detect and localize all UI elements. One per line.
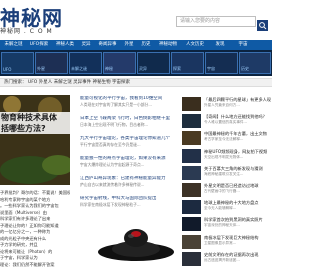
banner-tile-label: 探索 [173,66,181,71]
list-item[interactable]: 关于百慕大三角的新发现与猜测 海底神秘建筑引发关注... [182,165,272,182]
article-title[interactable]: 外星文明是否已经造访过地球 [204,183,272,189]
list-item[interactable]: 外星文明是否已经造访过地球 古代壁画中的飞行器... [182,182,272,199]
hot-search-text: 热门搜索： UFO 外星人 未解之谜 灵异事件 神秘生物 宇宙探索 [4,80,131,85]
feature-image[interactable] [0,95,70,185]
banner-tile[interactable]: 外星 [35,52,68,74]
article-summary: 海底神秘建筑引发关注... [204,171,244,176]
nav-item[interactable]: 发现 [209,40,231,50]
article-thumbnail[interactable] [182,217,201,232]
banner-tile-label: UFO [3,67,12,72]
list-item[interactable]: 史前文明存在的证据再次出现 远古遗迹揭开新谜团... [182,251,272,268]
right-article-list: 「最后四颗平行的星球」有更多人现 外星人究竟来自何方... 【奇闻】什么地方还能… [182,96,272,268]
banner-tile[interactable]: 灵异 [137,52,170,74]
nav-item[interactable]: 未解之谜 [2,40,25,50]
nav-item[interactable]: 神秘人类 [53,40,77,50]
nav-item[interactable]: UFO探索 [26,40,52,50]
hot-search-bar: 热门搜索： UFO 外星人 未解之谜 灵异事件 神秘生物 宇宙探索 [0,78,272,87]
article-title[interactable]: 中国最神秘的千年古墓，出土文物 [204,131,272,137]
nav-item[interactable]: 外星 [121,40,137,50]
article-title[interactable]: 「最后四颗平行的星球」有更多人现 [204,97,272,103]
nav-item[interactable]: 人文历史 [182,40,208,50]
list-item[interactable]: 江西庐山奇异现象：已建有神秘能量异能力 庐山自古以来就流传着许多神秘传说... [80,176,182,196]
banner-tile[interactable]: 历史 [239,52,271,74]
banner-tile[interactable]: 未解之谜 [69,52,102,74]
banner-tile-label: 神秘 [105,66,113,71]
article-title[interactable]: 地球上最神秘的十大地方盘点 [204,200,272,206]
banner-tile-label: 外星 [37,66,45,71]
article-thumbnail[interactable] [182,114,201,129]
list-item[interactable]: 日本上空飞碟两架飞行时，白色倒影相继千里 日本海上空出现不明飞行物，目击者称..… [80,116,182,136]
article-summary: 远古遗迹揭开新谜团... [204,257,240,262]
feature-caption-line: 括哪些方法? [0,123,70,134]
article-summary: 至今无人能够解释... [204,206,237,211]
site-logo[interactable]: 神秘网 神秘网 . C O M [0,0,110,38]
banner-tile[interactable]: 宇宙 [205,52,238,74]
nav-item[interactable]: 奇闻异事 [95,40,120,50]
nav-item[interactable]: 历史 [138,40,154,50]
search-icon[interactable] [257,16,268,31]
banner-tile[interactable]: 探索 [171,52,204,74]
banner-tile-label: 历史 [241,66,249,71]
article-summary: 天空出现不明发光物体... [204,154,244,159]
list-item[interactable]: 地球上最神秘的十大地方盘点 至今无人能够解释... [182,199,272,216]
article-title[interactable]: 史前文明存在的证据再次出现 [204,252,272,258]
left-article-text: 子界批判？哥尔的话：不要说！美国权威 哈利专家称宇宙的某个地方 。一些科学家认为… [0,190,70,268]
article-title[interactable]: 神秘UFO频频现身，网友拍下视频 [204,149,272,155]
article-summary: 考古学家至今无法解释... [204,137,244,142]
nav-item[interactable]: 灵异 [78,40,94,50]
article-summary: 宇宙大爆炸理论认为宇宙起源于奇点... [80,162,145,167]
list-item: 子界批判？哥尔的话：不要说！美国权威 [0,190,70,195]
list-item[interactable]: 能量独一性的奇点宇宙理论，如果没有来源 宇宙大爆炸理论认为宇宙起源于奇点... [80,156,182,176]
search-input[interactable]: 请输入您要的内容 [176,16,256,27]
article-title[interactable]: 南极冰层下发现巨大神秘结构 [204,235,272,241]
article-title[interactable]: 关于百慕大三角的新发现与猜测 [204,166,272,172]
article-thumbnail[interactable] [182,234,201,249]
article-summary: 外星人究竟来自何方... [204,103,240,107]
nav-item[interactable]: 宇宙 [232,40,254,50]
article-title[interactable]: 【奇闻】什么地方还能找到他吗？ [204,114,272,120]
list-item[interactable]: 能量可视化的平行宇宙，我看到10维空间 人类现在对宇宙的了解其实只是一小部分..… [80,96,182,116]
main-nav: 未解之谜 UFO探索 神秘人类 灵异 奇闻异事 外星 历史 神秘动物 人文历史 … [0,40,272,50]
article-thumbnail[interactable] [182,200,201,215]
article-summary: 科学家在南极冰层下发现神秘粒子... [80,202,141,207]
banner-strip: UFO 外星 未解之谜 神秘 灵异 探索 宇宙 历史 [0,50,272,76]
article-thumbnail[interactable] [182,131,201,146]
middle-article-list: 能量可视化的平行宇宙，我看到10维空间 人类现在对宇宙的了解其实只是一小部分..… [80,96,182,216]
list-item[interactable]: 九大平行宇宙理论，各类宇宙理论你知道几个 平行宇宙是否真的存在至今仍是谜... [80,136,182,156]
list-item[interactable]: 中国最神秘的千年古墓，出土文物 考古学家至今无法解释... [182,130,272,147]
list-item[interactable]: 神秘UFO频频现身，网友拍下视频 天空出现不明发光物体... [182,148,272,165]
article-summary: 宇宙深处的神秘天体... [204,223,240,228]
banner-tile-label: 宇宙 [207,66,215,71]
article-thumbnail[interactable] [182,97,201,111]
article-summary: 令人难以置信的真实事件... [204,120,247,125]
banner-tile-label: 未解之谜 [71,66,87,71]
feature-caption[interactable]: 物育种技术具体 括哪些方法? [0,112,70,134]
article-summary: 古代壁画中的飞行器... [204,188,240,193]
ufo-image[interactable] [95,222,177,266]
list-item[interactable]: 科学家首次拍到黑洞的真实照片 宇宙深处的神秘天体... [182,216,272,233]
banner-tile[interactable]: UFO [1,52,34,74]
article-thumbnail[interactable] [182,251,201,266]
feature-caption-line: 物育种技术具体 [0,112,70,123]
nav-item[interactable]: 神秘动物 [155,40,181,50]
logo-subtitle: 神秘网 . C O M [0,28,53,35]
article-thumbnail[interactable] [182,165,201,180]
article-summary: 庐山自古以来就流传着许多神秘传说... [80,182,145,187]
article-summary: 日本海上空出现不明飞行物，目击者称... [80,122,149,127]
banner-tile-label: 灵异 [139,66,147,71]
banner-tile[interactable]: 神秘 [103,52,136,74]
list-item[interactable]: 「最后四颗平行的星球」有更多人现 外星人究竟来自何方... [182,96,272,113]
article-summary: 人类现在对宇宙的了解其实只是一小部分... [80,102,152,107]
list-item[interactable]: 南极冰层下发现巨大神秘结构 卫星图像显示异常... [182,234,272,251]
article-thumbnail[interactable] [182,182,201,197]
list-item: 理论：我们仍然不能解开答案 [0,261,55,267]
article-summary: 平行宇宙是否真的存在至今仍是谜... [80,142,141,147]
article-title[interactable]: 科学家首次拍到黑洞的真实照片 [204,217,272,223]
article-summary: 卫星图像显示异常... [204,240,237,245]
list-item[interactable]: 【奇闻】什么地方还能找到他吗？ 令人难以置信的真实事件... [182,113,272,130]
article-thumbnail[interactable] [182,148,201,163]
page: 神秘网 神秘网 . C O M 请输入您要的内容 未解之谜 UFO探索 神秘人类… [0,0,272,270]
list-item[interactable]: 研究宇宙射线，中科大与国际团队提出 科学家在南极冰层下发现神秘粒子... [80,196,182,216]
